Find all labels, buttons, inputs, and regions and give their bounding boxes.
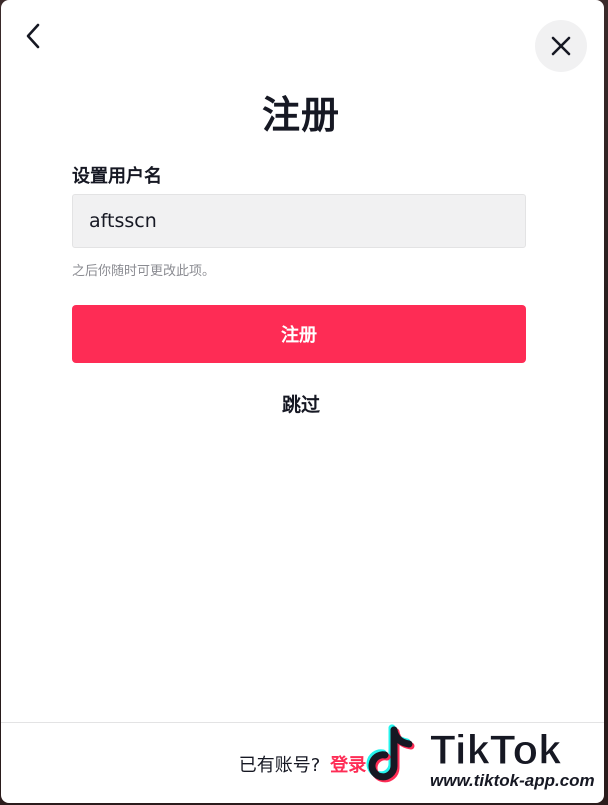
page-title: 注册 [261, 93, 340, 137]
login-link[interactable]: 登录 [330, 755, 366, 776]
footer-prompt: 已有账号? [238, 755, 321, 776]
close-icon [551, 36, 571, 56]
signup-button[interactable]: 注册 [72, 305, 526, 363]
chevron-left-icon [26, 23, 40, 49]
username-input[interactable] [72, 194, 526, 248]
back-button[interactable] [19, 20, 47, 52]
signup-modal: 注册 设置用户名 之后你随时可更改此项。 注册 跳过 已有账号? 登录 [1, 0, 604, 803]
modal-footer: 已有账号? 登录 [1, 722, 604, 803]
footer-text: 已有账号? 登录 [1, 751, 604, 777]
close-button[interactable] [535, 20, 587, 72]
username-label: 设置用户名 [72, 166, 162, 187]
username-hint: 之后你随时可更改此项。 [72, 264, 216, 279]
skip-link[interactable]: 跳过 [1, 390, 601, 417]
